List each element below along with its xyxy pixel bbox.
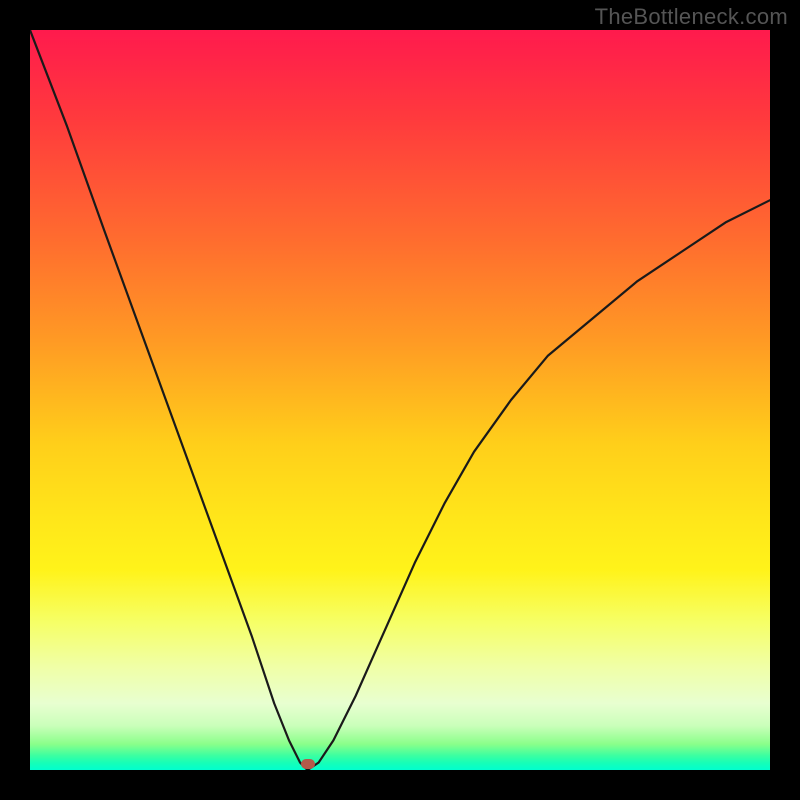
plot-area xyxy=(30,30,770,770)
watermark-label: TheBottleneck.com xyxy=(595,4,788,30)
chart-frame: TheBottleneck.com xyxy=(0,0,800,800)
bottleneck-marker xyxy=(301,759,315,769)
bottleneck-curve xyxy=(30,30,770,770)
curve-svg xyxy=(30,30,770,770)
